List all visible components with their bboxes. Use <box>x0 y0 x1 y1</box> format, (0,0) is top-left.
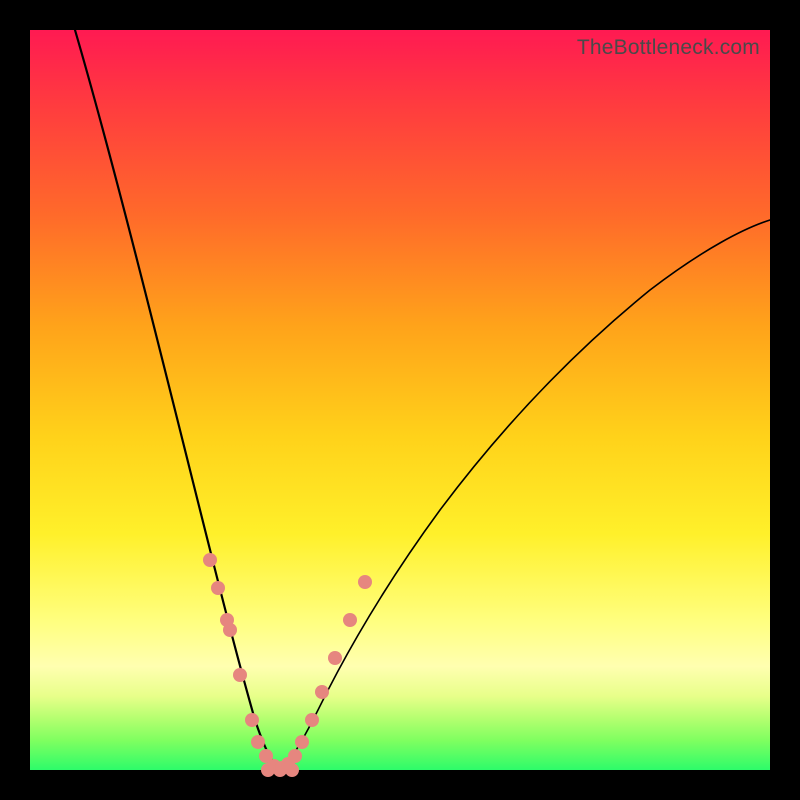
dot <box>343 613 357 627</box>
dot <box>211 581 225 595</box>
curve-svg <box>30 30 770 770</box>
dot <box>261 763 275 777</box>
dot <box>223 623 237 637</box>
dot <box>233 668 247 682</box>
dot-overlay <box>203 553 372 777</box>
dot <box>288 749 302 763</box>
chart-frame: TheBottleneck.com <box>0 0 800 800</box>
dot <box>358 575 372 589</box>
dot <box>251 735 265 749</box>
dot <box>245 713 259 727</box>
right-curve <box>280 220 770 770</box>
dot <box>315 685 329 699</box>
left-curve <box>75 30 280 770</box>
dot <box>328 651 342 665</box>
dot <box>295 735 309 749</box>
plot-area: TheBottleneck.com <box>30 30 770 770</box>
dot <box>203 553 217 567</box>
dot <box>305 713 319 727</box>
